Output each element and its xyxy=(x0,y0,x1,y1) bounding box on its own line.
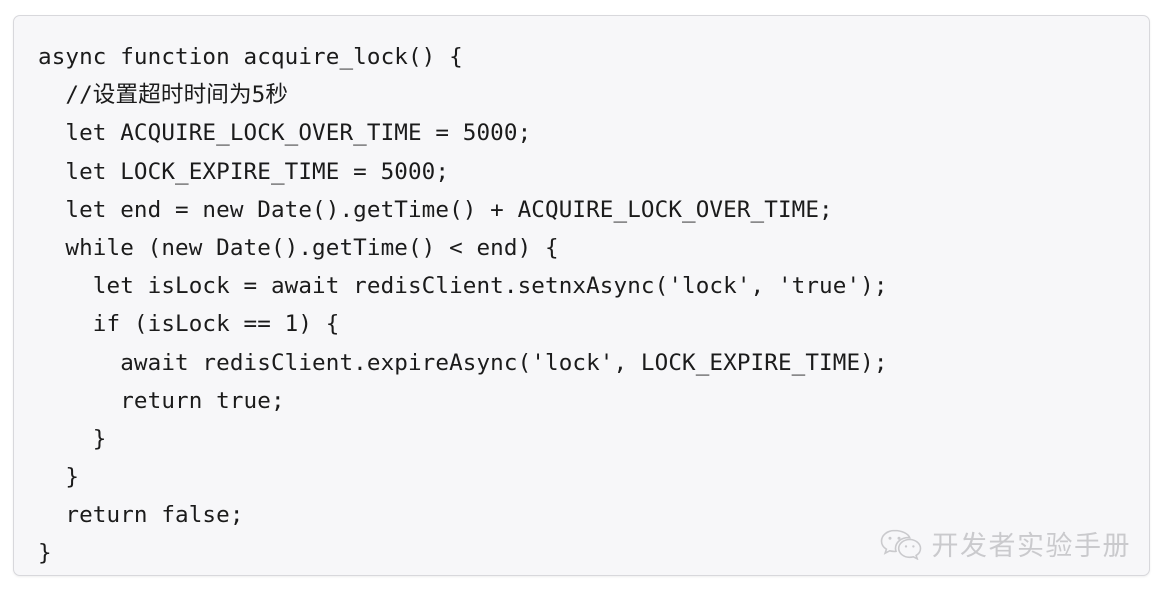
code-line: return true; xyxy=(38,387,285,414)
code-line: await redisClient.expireAsync('lock', LO… xyxy=(38,349,888,376)
code-line: if (isLock == 1) { xyxy=(38,311,340,338)
code-line: let end = new Date().getTime() + ACQUIRE… xyxy=(38,196,833,223)
code-lines: async function acquire_lock() { //设置超时时间… xyxy=(38,38,1149,573)
code-block-card: async function acquire_lock() { //设置超时时间… xyxy=(13,15,1150,576)
code-line: async function acquire_lock() { xyxy=(38,44,463,70)
code-line: //设置超时时间为5秒 xyxy=(38,82,289,109)
code-line: } xyxy=(38,540,52,567)
code-line: return false; xyxy=(38,502,244,529)
code-line: } xyxy=(38,425,107,452)
code-line: while (new Date().getTime() < end) { xyxy=(38,234,559,261)
code-line: } xyxy=(38,464,80,491)
code-line: let ACQUIRE_LOCK_OVER_TIME = 5000; xyxy=(38,120,532,147)
code-line: let isLock = await redisClient.setnxAsyn… xyxy=(38,273,888,300)
code-line: let LOCK_EXPIRE_TIME = 5000; xyxy=(38,158,450,185)
source-code: async function acquire_lock() { //设置超时时间… xyxy=(14,16,1149,573)
